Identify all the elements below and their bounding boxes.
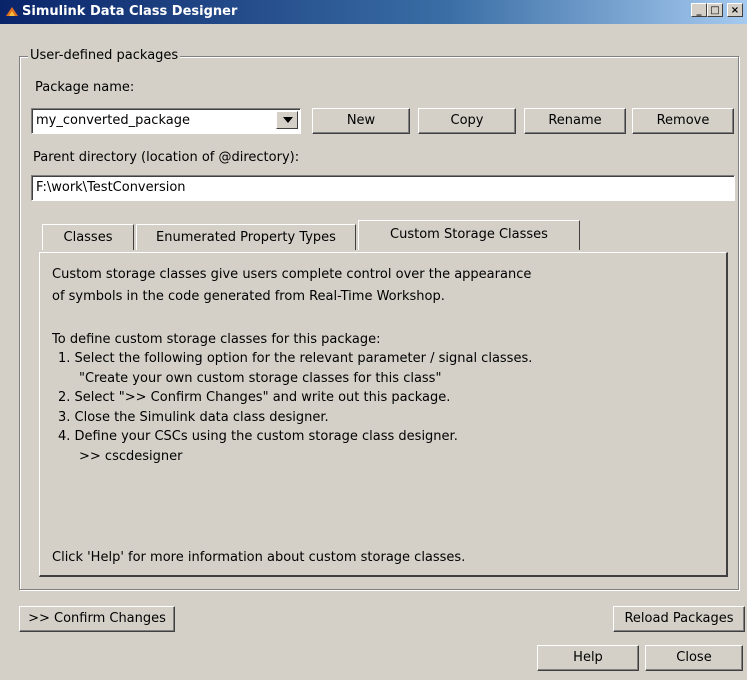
step-4: 4. Define your CSCs using the custom sto… — [58, 429, 458, 444]
package-name-label: Package name: — [35, 80, 135, 95]
step-2: 2. Select ">> Confirm Changes" and write… — [58, 390, 451, 405]
close-button[interactable]: Close — [645, 645, 743, 671]
remove-button[interactable]: Remove — [632, 108, 734, 134]
intro-line-1: Custom storage classes give users comple… — [52, 267, 532, 282]
define-heading: To define custom storage classes for thi… — [52, 332, 381, 347]
package-name-combo[interactable]: my_converted_package — [31, 108, 301, 134]
tab-classes[interactable]: Classes — [42, 224, 134, 250]
step-3: 3. Close the Simulink data class designe… — [58, 410, 329, 425]
confirm-changes-button[interactable]: >> Confirm Changes — [19, 606, 175, 632]
rename-button[interactable]: Rename — [524, 108, 626, 134]
close-window-button[interactable]: × — [727, 3, 743, 17]
copy-button[interactable]: Copy — [418, 108, 516, 134]
parent-directory-field[interactable]: F:\work\TestConversion — [31, 175, 735, 201]
group-legend: User-defined packages — [28, 48, 181, 63]
package-name-value: my_converted_package — [36, 113, 190, 128]
tab-enumerated-property-types[interactable]: Enumerated Property Types — [136, 224, 356, 250]
step-4-detail: >> cscdesigner — [79, 449, 183, 464]
window-title: Simulink Data Class Designer — [22, 4, 238, 19]
minimize-button[interactable]: _ — [691, 3, 707, 17]
help-button[interactable]: Help — [537, 645, 639, 671]
tab-custom-storage-classes[interactable]: Custom Storage Classes — [358, 220, 580, 250]
parent-directory-label: Parent directory (location of @directory… — [33, 150, 300, 165]
maximize-button[interactable]: □ — [707, 3, 723, 17]
reload-packages-button[interactable]: Reload Packages — [613, 606, 745, 632]
chevron-down-icon[interactable] — [276, 111, 298, 129]
help-note: Click 'Help' for more information about … — [52, 550, 466, 565]
step-1: 1. Select the following option for the r… — [58, 351, 533, 366]
intro-line-2: of symbols in the code generated from Re… — [52, 289, 445, 304]
step-1-detail: "Create your own custom storage classes … — [79, 371, 442, 386]
title-bar: Simulink Data Class Designer _ □ × — [0, 0, 747, 24]
new-button[interactable]: New — [312, 108, 410, 134]
simulink-app-icon — [4, 4, 20, 20]
